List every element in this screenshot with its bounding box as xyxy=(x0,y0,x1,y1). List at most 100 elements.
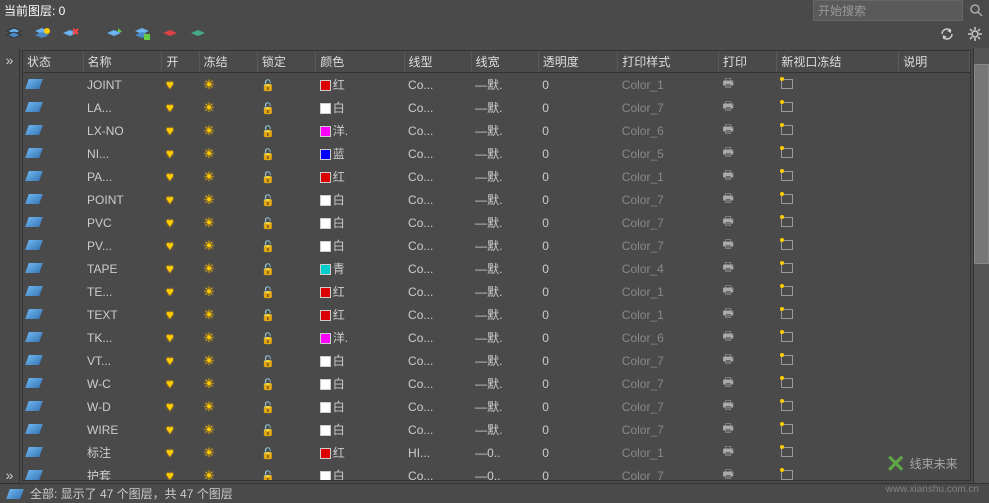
description-cell[interactable] xyxy=(899,349,970,372)
color-cell[interactable]: 白 xyxy=(316,211,404,234)
layer-name[interactable]: TK... xyxy=(83,326,162,349)
search-icon[interactable] xyxy=(967,1,985,19)
freeze-toggle[interactable]: ☀ xyxy=(199,257,257,280)
table-row[interactable]: PA...♥☀🔓红Co...—默.0Color_1🖶 xyxy=(23,165,970,188)
on-toggle[interactable]: ♥ xyxy=(162,326,199,349)
lineweight-cell[interactable]: —默. xyxy=(471,211,538,234)
linetype-cell[interactable]: Co... xyxy=(404,73,471,97)
color-cell[interactable]: 红 xyxy=(316,303,404,326)
plotstyle-cell[interactable]: Color_1 xyxy=(618,165,719,188)
color-cell[interactable]: 白 xyxy=(316,349,404,372)
transparency-cell[interactable]: 0 xyxy=(538,165,618,188)
lineweight-cell[interactable]: —默. xyxy=(471,165,538,188)
freeze-toggle[interactable]: ☀ xyxy=(199,372,257,395)
plot-toggle[interactable]: 🖶 xyxy=(719,96,777,119)
table-row[interactable]: WIRE♥☀🔓白Co...—默.0Color_7🖶 xyxy=(23,418,970,441)
lock-toggle[interactable]: 🔓 xyxy=(257,165,315,188)
table-row[interactable]: POINT♥☀🔓白Co...—默.0Color_7🖶 xyxy=(23,188,970,211)
plotstyle-cell[interactable]: Color_7 xyxy=(618,395,719,418)
freeze-toggle[interactable]: ☀ xyxy=(199,165,257,188)
color-cell[interactable]: 红 xyxy=(316,165,404,188)
linetype-cell[interactable]: Co... xyxy=(404,349,471,372)
freeze-toggle[interactable]: ☀ xyxy=(199,142,257,165)
delete-layer-button[interactable] xyxy=(60,24,80,44)
description-cell[interactable] xyxy=(899,326,970,349)
color-cell[interactable]: 白 xyxy=(316,96,404,119)
vp-freeze-toggle[interactable] xyxy=(777,326,899,349)
description-cell[interactable] xyxy=(899,211,970,234)
layer-name[interactable]: 护套 xyxy=(83,464,162,481)
layer-name[interactable]: W-C xyxy=(83,372,162,395)
settings-button[interactable] xyxy=(965,24,985,44)
column-header[interactable]: 新视口冻结 xyxy=(777,51,899,73)
plot-toggle[interactable]: 🖶 xyxy=(719,280,777,303)
plotstyle-cell[interactable]: Color_7 xyxy=(618,96,719,119)
linetype-cell[interactable]: Co... xyxy=(404,303,471,326)
plotstyle-cell[interactable]: Color_7 xyxy=(618,372,719,395)
plot-toggle[interactable]: 🖶 xyxy=(719,303,777,326)
plotstyle-cell[interactable]: Color_1 xyxy=(618,303,719,326)
vp-freeze-toggle[interactable] xyxy=(777,165,899,188)
new-layer-vp-button[interactable] xyxy=(32,24,52,44)
transparency-cell[interactable]: 0 xyxy=(538,441,618,464)
plotstyle-cell[interactable]: Color_7 xyxy=(618,211,719,234)
table-row[interactable]: PV...♥☀🔓白Co...—默.0Color_7🖶 xyxy=(23,234,970,257)
layer-name[interactable]: LX-NO xyxy=(83,119,162,142)
lock-toggle[interactable]: 🔓 xyxy=(257,326,315,349)
color-cell[interactable]: 红 xyxy=(316,280,404,303)
description-cell[interactable] xyxy=(899,188,970,211)
layer-name[interactable]: VT... xyxy=(83,349,162,372)
transparency-cell[interactable]: 0 xyxy=(538,73,618,97)
plotstyle-cell[interactable]: Color_6 xyxy=(618,326,719,349)
table-row[interactable]: TAPE♥☀🔓青Co...—默.0Color_4🖶 xyxy=(23,257,970,280)
on-toggle[interactable]: ♥ xyxy=(162,234,199,257)
on-toggle[interactable]: ♥ xyxy=(162,441,199,464)
table-row[interactable]: TEXT♥☀🔓红Co...—默.0Color_1🖶 xyxy=(23,303,970,326)
linetype-cell[interactable]: Co... xyxy=(404,211,471,234)
lineweight-cell[interactable]: —默. xyxy=(471,395,538,418)
on-toggle[interactable]: ♥ xyxy=(162,188,199,211)
lock-toggle[interactable]: 🔓 xyxy=(257,418,315,441)
color-cell[interactable]: 白 xyxy=(316,418,404,441)
layer-name[interactable]: TEXT xyxy=(83,303,162,326)
color-cell[interactable]: 白 xyxy=(316,464,404,481)
description-cell[interactable] xyxy=(899,303,970,326)
vp-freeze-toggle[interactable] xyxy=(777,257,899,280)
plot-toggle[interactable]: 🖶 xyxy=(719,119,777,142)
plot-toggle[interactable]: 🖶 xyxy=(719,211,777,234)
on-toggle[interactable]: ♥ xyxy=(162,257,199,280)
vp-freeze-toggle[interactable] xyxy=(777,395,899,418)
linetype-cell[interactable]: HI... xyxy=(404,441,471,464)
lock-toggle[interactable]: 🔓 xyxy=(257,464,315,481)
plot-toggle[interactable]: 🖶 xyxy=(719,418,777,441)
table-row[interactable]: JOINT♥☀🔓红Co...—默.0Color_1🖶 xyxy=(23,73,970,97)
column-header[interactable]: 线型 xyxy=(404,51,471,73)
lineweight-cell[interactable]: —默. xyxy=(471,418,538,441)
vp-freeze-toggle[interactable] xyxy=(777,372,899,395)
lineweight-cell[interactable]: —默. xyxy=(471,257,538,280)
vp-freeze-toggle[interactable] xyxy=(777,96,899,119)
description-cell[interactable] xyxy=(899,165,970,188)
table-row[interactable]: TE...♥☀🔓红Co...—默.0Color_1🖶 xyxy=(23,280,970,303)
on-toggle[interactable]: ♥ xyxy=(162,211,199,234)
lineweight-cell[interactable]: —0.. xyxy=(471,441,538,464)
lock-toggle[interactable]: 🔓 xyxy=(257,280,315,303)
linetype-cell[interactable]: Co... xyxy=(404,142,471,165)
lineweight-cell[interactable]: —默. xyxy=(471,280,538,303)
linetype-cell[interactable]: Co... xyxy=(404,418,471,441)
plotstyle-cell[interactable]: Color_7 xyxy=(618,188,719,211)
lock-toggle[interactable]: 🔓 xyxy=(257,257,315,280)
vertical-scrollbar[interactable] xyxy=(973,48,989,483)
layer-name[interactable]: NI... xyxy=(83,142,162,165)
transparency-cell[interactable]: 0 xyxy=(538,280,618,303)
expand-filters-button-bottom[interactable]: » xyxy=(6,467,14,483)
column-header[interactable]: 状态 xyxy=(23,51,83,73)
on-toggle[interactable]: ♥ xyxy=(162,119,199,142)
linetype-cell[interactable]: Co... xyxy=(404,464,471,481)
color-cell[interactable]: 红 xyxy=(316,73,404,97)
vp-freeze-toggle[interactable] xyxy=(777,441,899,464)
on-toggle[interactable]: ♥ xyxy=(162,395,199,418)
layer-name[interactable]: LA... xyxy=(83,96,162,119)
lineweight-cell[interactable]: —默. xyxy=(471,96,538,119)
lineweight-cell[interactable]: —默. xyxy=(471,188,538,211)
